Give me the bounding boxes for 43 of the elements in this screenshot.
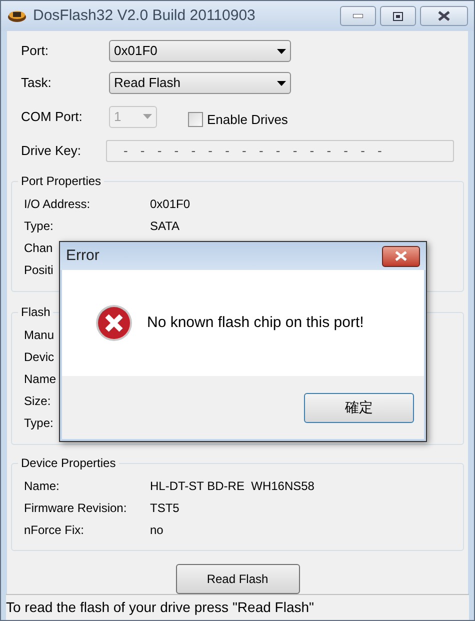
dialog-title: Error: [66, 246, 100, 266]
chip-icon: [7, 9, 27, 23]
ok-button[interactable]: 確定: [304, 392, 414, 422]
error-icon: [95, 304, 133, 342]
caret-icon: [143, 114, 152, 120]
property-label: Firmware Revision:: [24, 500, 128, 516]
property-value: TST5: [150, 500, 180, 516]
caret-icon: [277, 48, 286, 54]
maximize-icon: [393, 12, 403, 20]
property-value: HL-DT-ST BD-RE WH16NS58: [150, 478, 314, 494]
field-label: Port:: [21, 42, 50, 60]
property-value: 0x01F0: [150, 196, 190, 212]
property-label: Name:: [24, 478, 60, 494]
property-label: Positi: [24, 262, 54, 278]
status-bar: To read the flash of your drive press "Read Flash": [6, 594, 469, 620]
property-label: Chan: [24, 240, 53, 256]
read-flash-button[interactable]: Read Flash: [176, 564, 300, 594]
close-icon: [438, 11, 450, 21]
property-label: Type:: [24, 218, 54, 234]
close-button[interactable]: [420, 6, 468, 26]
maximize-button[interactable]: [380, 6, 416, 26]
dropdown[interactable]: 0x01F0: [109, 40, 291, 62]
property-label: Manu: [24, 326, 54, 344]
property-label: Type:: [24, 414, 54, 432]
close-icon: [395, 251, 407, 261]
checkbox-label: Enable Drives: [207, 111, 288, 129]
checkbox[interactable]: [188, 112, 203, 128]
property-value: no: [150, 522, 164, 538]
property-label: Devic: [24, 348, 54, 366]
dropdown[interactable]: Read Flash: [109, 72, 291, 94]
property-value: SATA: [150, 218, 180, 234]
caret-icon: [277, 80, 286, 86]
field-label: Drive Key:: [21, 142, 82, 160]
error-message: No known flash chip on this port!: [147, 312, 364, 333]
property-label: nForce Fix:: [24, 522, 86, 538]
minimize-icon: [353, 14, 363, 18]
field-label: Task:: [21, 74, 52, 92]
field-label: COM Port:: [21, 108, 84, 126]
property-label: Name: [24, 370, 56, 388]
dialog-close-button[interactable]: [382, 246, 420, 266]
window-title: DosFlash32 V2.0 Build 20110903: [33, 6, 256, 26]
property-label: I/O Address:: [24, 196, 92, 212]
property-label: Size:: [24, 392, 51, 410]
